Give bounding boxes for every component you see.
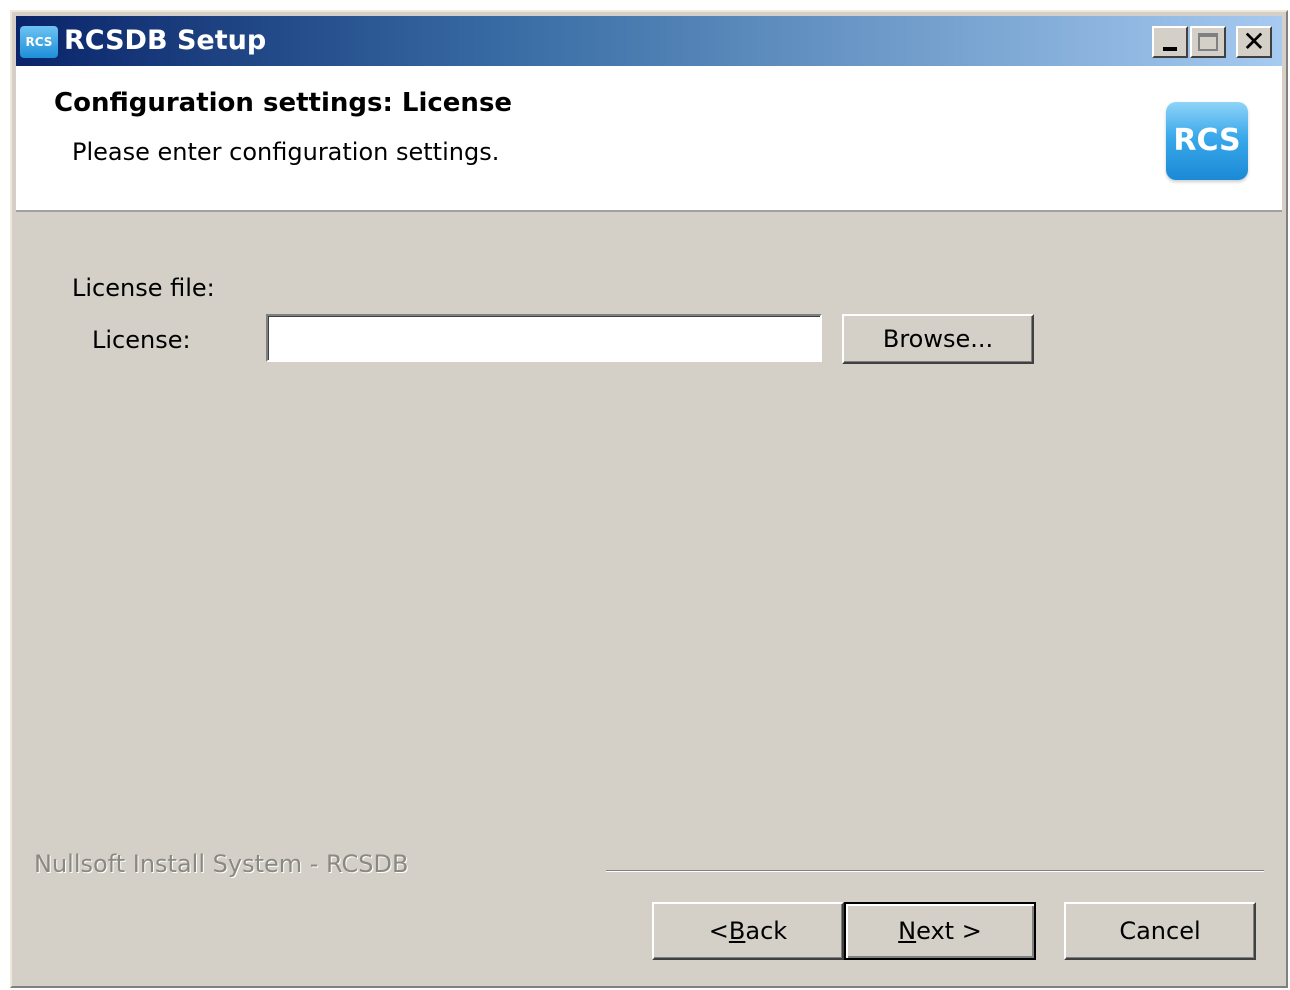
minimize-icon — [1163, 47, 1177, 51]
license-input[interactable] — [266, 314, 822, 362]
next-button-mnemonic: N — [898, 917, 917, 945]
close-button[interactable]: ✕ — [1236, 26, 1272, 58]
page-subtitle: Please enter configuration settings. — [72, 138, 500, 166]
minimize-button[interactable] — [1152, 26, 1188, 58]
cancel-button[interactable]: Cancel — [1064, 902, 1256, 960]
close-icon: ✕ — [1242, 25, 1266, 58]
title-bar[interactable]: RCS RCSDB Setup ✕ — [16, 16, 1282, 66]
installer-branding: Nullsoft Install System - RCSDB — [34, 850, 409, 878]
rcs-logo-icon: RCS — [1166, 102, 1248, 180]
license-field-label: License: — [92, 326, 191, 354]
maximize-button[interactable] — [1190, 26, 1226, 58]
footer-separator — [606, 870, 1264, 872]
back-button-mnemonic: B — [728, 917, 746, 945]
next-button[interactable]: Next > — [844, 902, 1036, 960]
maximize-icon — [1198, 33, 1218, 51]
page-title: Configuration settings: License — [54, 88, 513, 118]
app-icon: RCS — [20, 26, 58, 58]
license-file-section-label: License file: — [72, 274, 215, 302]
header-panel: Configuration settings: License Please e… — [16, 66, 1282, 212]
back-button[interactable]: < Back — [652, 902, 844, 960]
setup-window: RCS RCSDB Setup ✕ Configuration settings… — [10, 10, 1288, 988]
browse-button[interactable]: Browse... — [842, 314, 1034, 364]
back-button-rest: ack — [745, 917, 788, 945]
next-button-rest: ext > — [916, 917, 982, 945]
back-button-prefix: < — [708, 917, 729, 945]
window-title: RCSDB Setup — [64, 25, 267, 56]
